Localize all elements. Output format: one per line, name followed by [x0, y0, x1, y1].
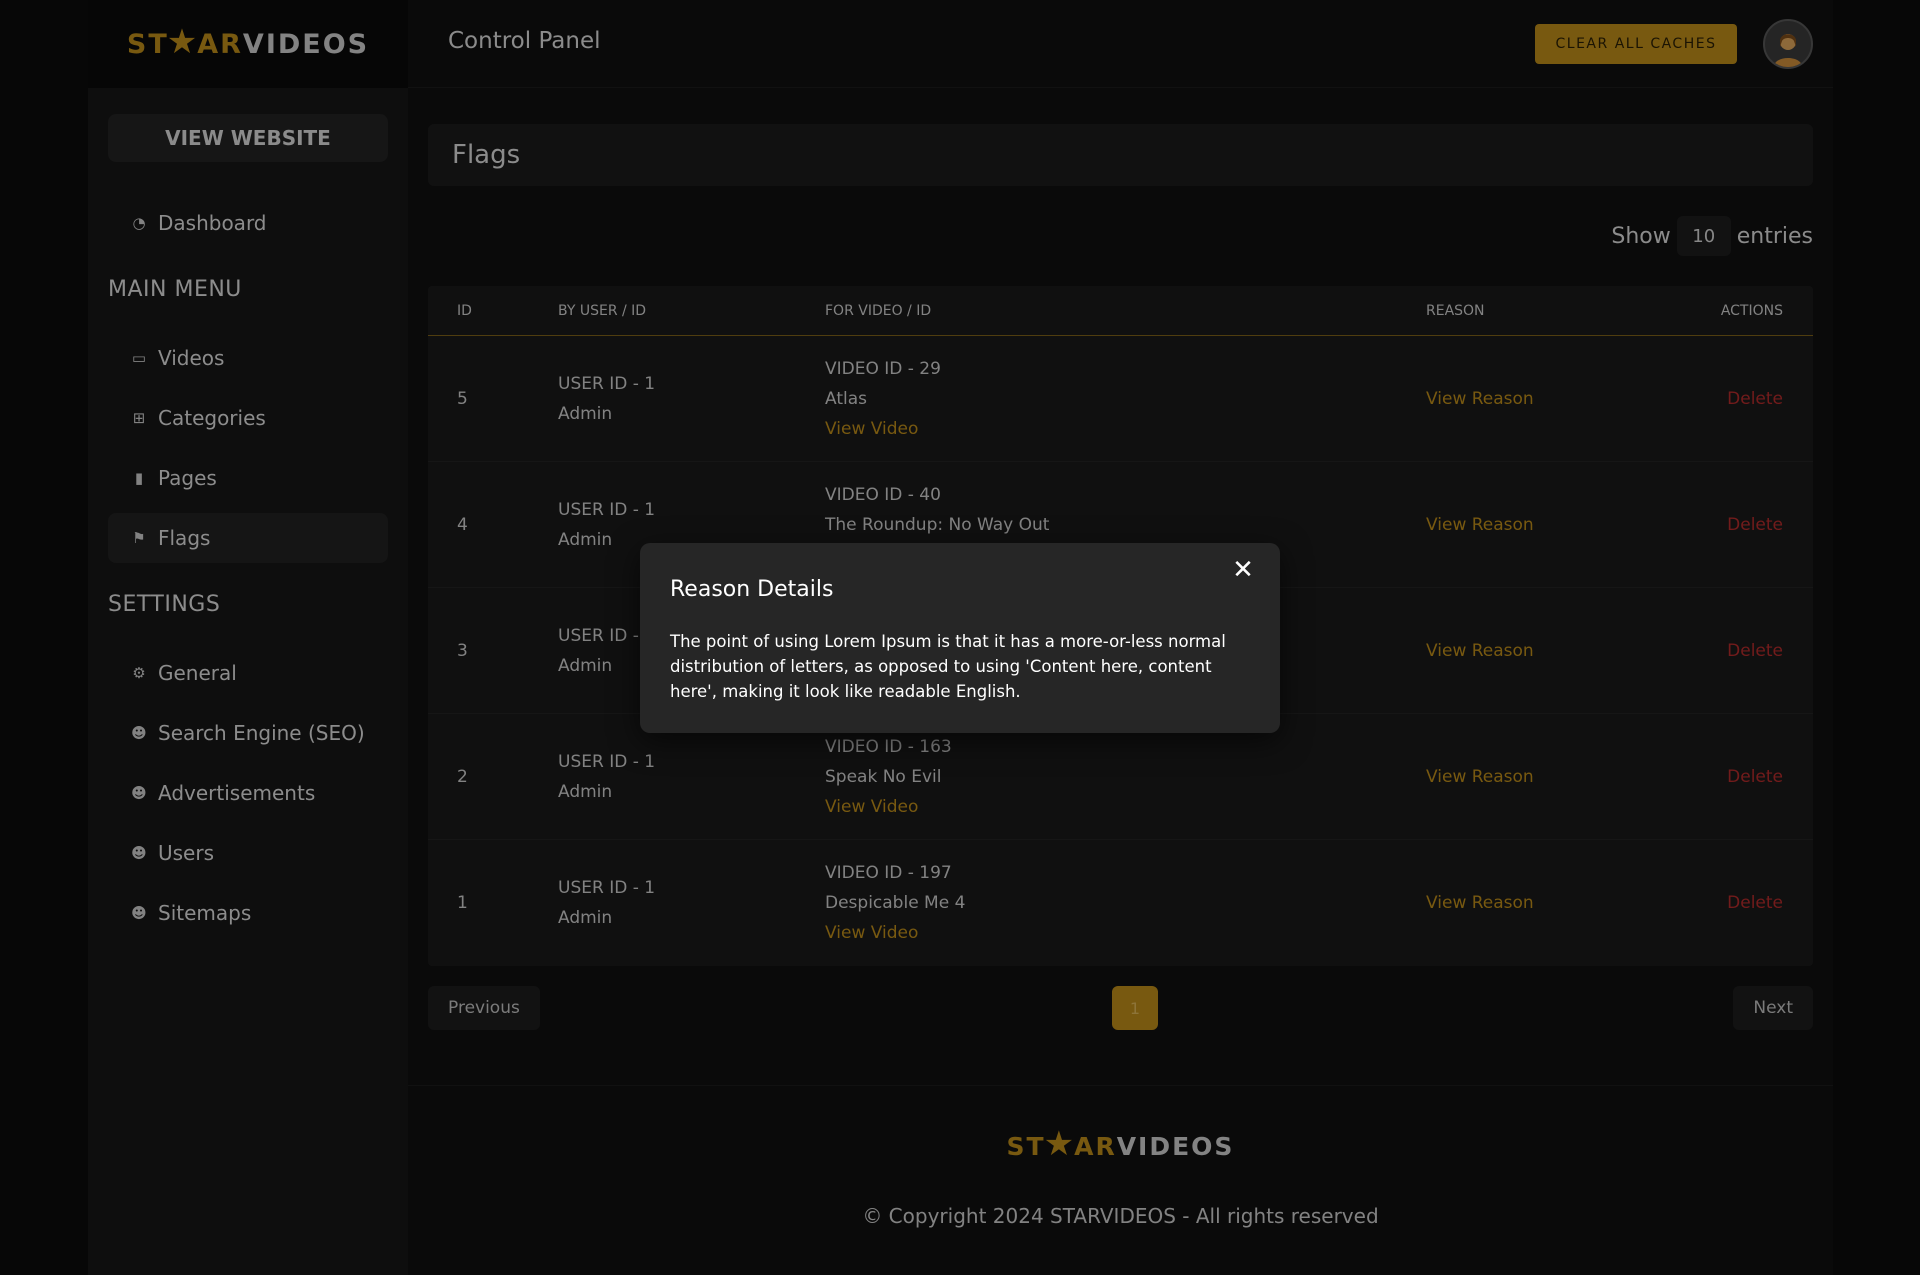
reason-details-modal: Reason Details ✕ The point of using Lore… — [640, 543, 1280, 733]
close-icon[interactable]: ✕ — [1228, 555, 1258, 585]
modal-title: Reason Details — [670, 577, 834, 602]
modal-body-text: The point of using Lorem Ipsum is that i… — [670, 632, 1226, 701]
